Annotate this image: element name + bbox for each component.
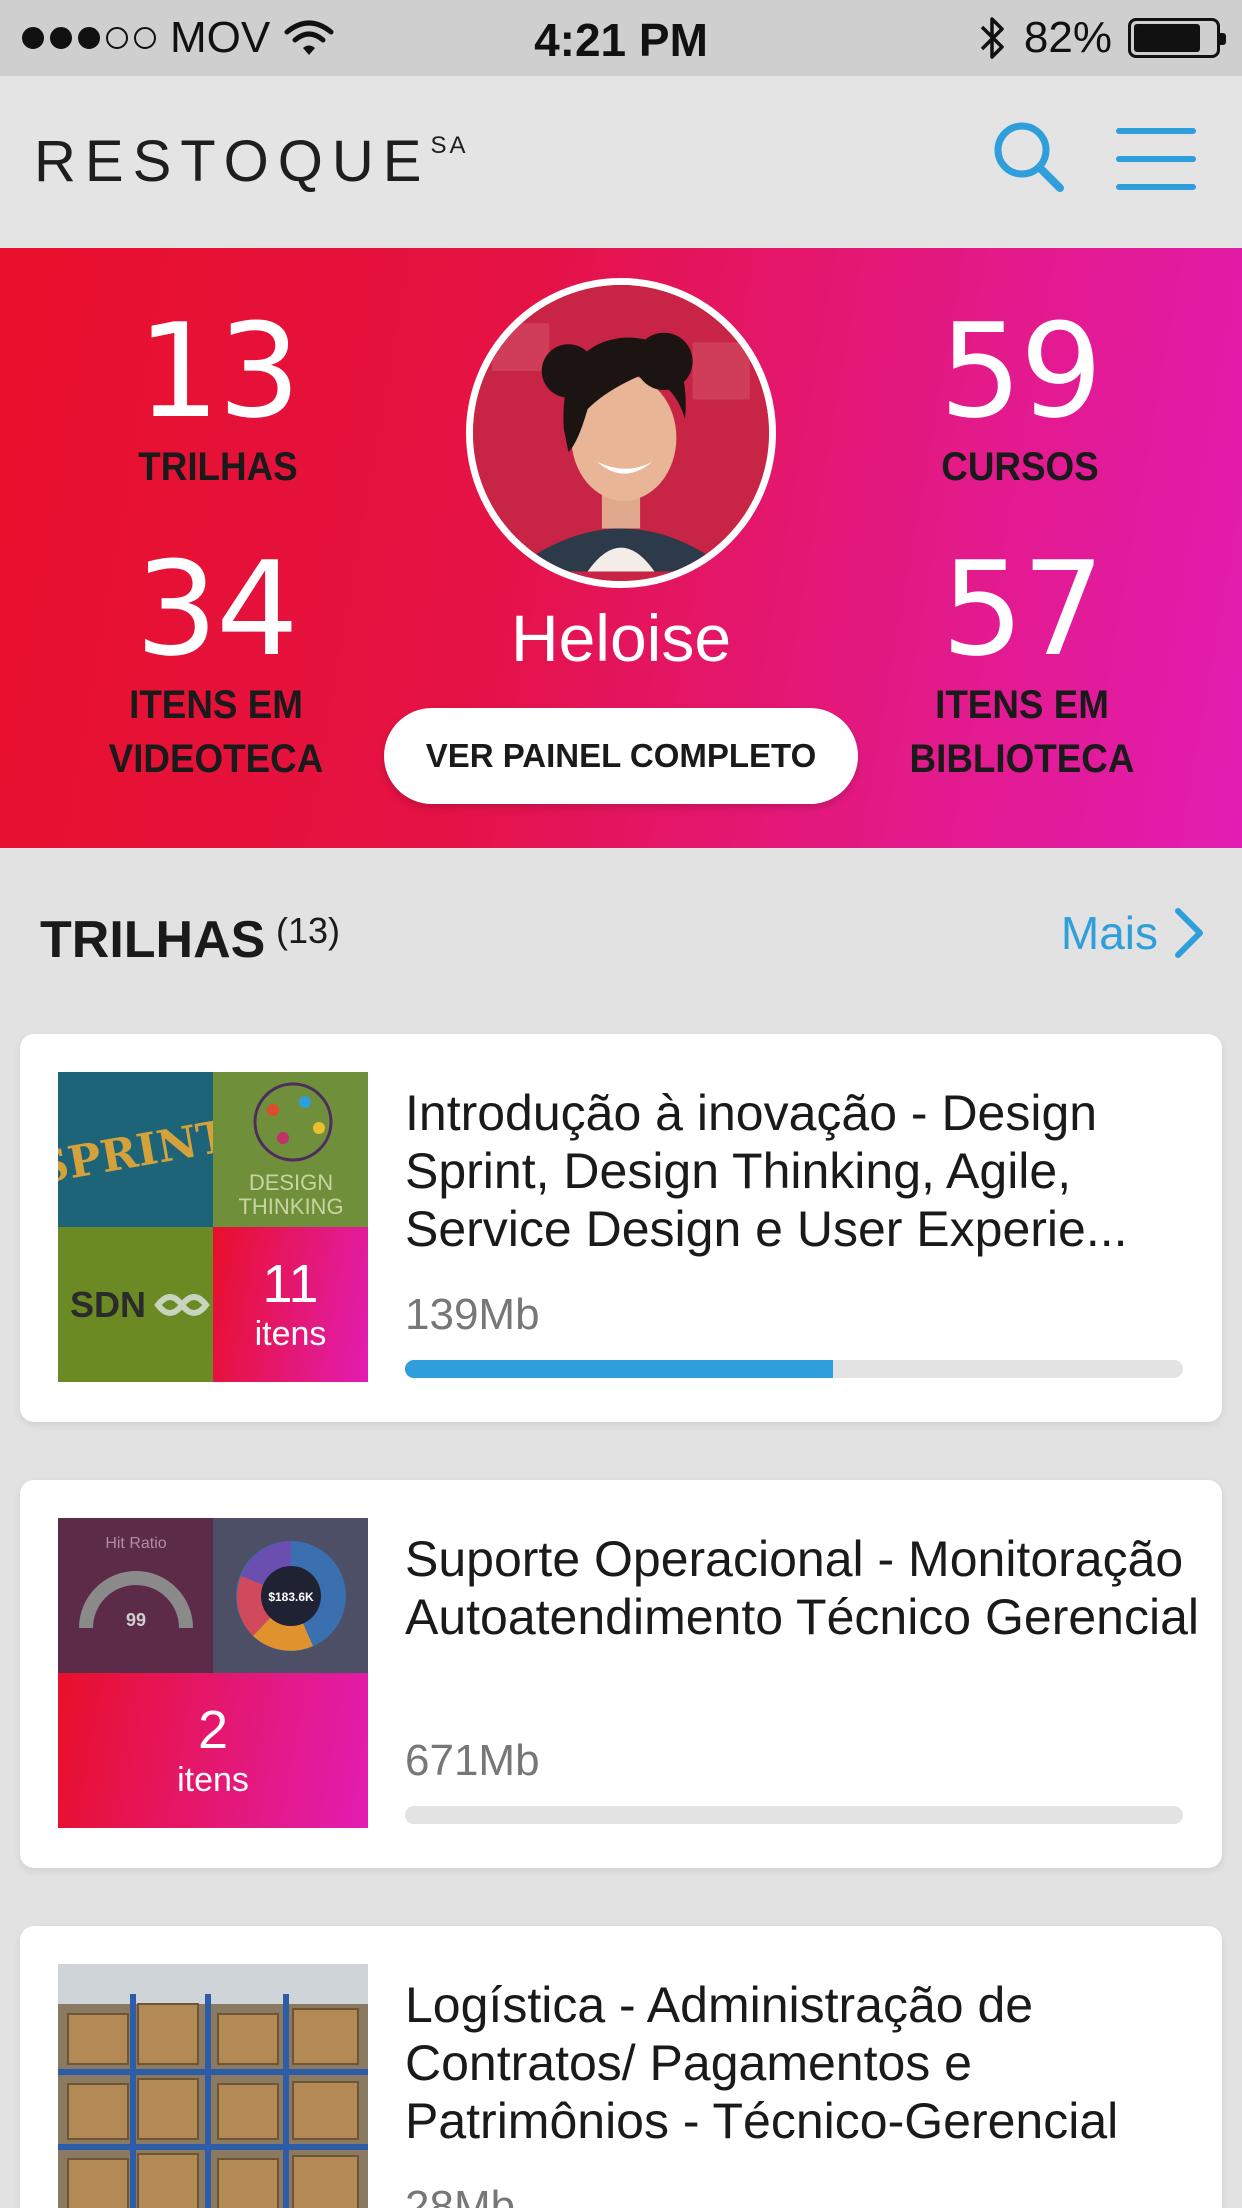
section-title: TRILHAS (40, 911, 266, 969)
app-header: RESTOQUE SA (0, 76, 1242, 248)
hamburger-menu-icon[interactable] (1116, 128, 1196, 190)
stat-trilhas: 13 TRILHAS (68, 306, 368, 494)
logo-suffix: SA (430, 132, 469, 159)
donut-chart-tile: $183.6K (213, 1518, 368, 1673)
design-label: DESIGN (249, 1170, 333, 1195)
trail-card[interactable]: SPRINT DESIGN THINKING SDN 11 itens Intr… (20, 1034, 1222, 1422)
items-label: itens (254, 1314, 327, 1353)
gauge-tile: Hit Ratio 99 (58, 1518, 213, 1673)
items-count-badge: 2 itens (58, 1673, 368, 1828)
sprint-tile: SPRINT (58, 1072, 213, 1227)
status-bar: MOV 4:21 PM 82% (0, 0, 1242, 76)
more-label: Mais (1060, 907, 1158, 959)
stat-biblioteca: 57 ITENS EM BIBLIOTECA (872, 544, 1172, 786)
avatar[interactable] (466, 278, 776, 588)
sdn-tile: SDN (58, 1227, 213, 1382)
more-link[interactable]: Mais (1061, 906, 1206, 960)
trail-thumbnail: SPRINT DESIGN THINKING SDN 11 itens (58, 1072, 368, 1382)
design-thinking-tile: DESIGN THINKING (213, 1072, 368, 1227)
items-count: 11 (262, 1254, 319, 1315)
stat-label: TRILHAS (138, 445, 298, 489)
stat-value: 13 (137, 295, 300, 447)
battery-percentage: 82% (1023, 13, 1112, 62)
stat-value: 57 (941, 533, 1104, 685)
trail-size: 139Mb (405, 1290, 540, 1339)
hit-ratio-label: Hit Ratio (105, 1535, 166, 1552)
thinking-label: THINKING (238, 1194, 343, 1219)
status-right: 82% (976, 0, 1226, 76)
view-full-panel-button[interactable]: VER PAINEL COMPLETO (384, 708, 858, 804)
sdn-label: SDN (70, 1284, 146, 1325)
user-name: Heloise (510, 601, 732, 675)
trail-title: Suporte Operacional - Monitoração Autoat… (405, 1531, 1199, 1645)
bluetooth-icon (980, 17, 1004, 59)
items-label: itens (177, 1760, 249, 1799)
trail-card[interactable]: Hit Ratio 99 $183.6K 2 itens Suporte Ope… (20, 1480, 1222, 1868)
donut-value: $183.6K (268, 1590, 314, 1604)
trail-card[interactable]: Logística - Administração de Contratos/ … (20, 1926, 1222, 2208)
trail-thumbnail (58, 1964, 368, 2208)
stat-label-line2: BIBLIOTECA (909, 737, 1135, 781)
trail-title: Logística - Administração de Contratos/ … (405, 1977, 1119, 2149)
trail-size: 28Mb (405, 2182, 516, 2208)
stat-label-line2: VIDEOTECA (108, 737, 324, 781)
items-count-badge: 11 itens (213, 1227, 368, 1382)
gauge-value: 99 (126, 1610, 146, 1630)
battery-icon (1128, 18, 1226, 58)
progress-fill (405, 1360, 833, 1378)
trail-progress-bar (405, 1806, 1183, 1824)
section-count: (13) (276, 910, 341, 951)
stat-label: CURSOS (941, 445, 1099, 489)
trail-title: Introdução à inovação - Design Sprint, D… (405, 1085, 1128, 1257)
stat-label-line1: ITENS EM (935, 683, 1109, 727)
trail-size: 671Mb (405, 1736, 540, 1785)
stat-value: 59 (939, 295, 1102, 447)
trail-thumbnail: Hit Ratio 99 $183.6K 2 itens (58, 1518, 368, 1828)
trail-progress-bar (405, 1360, 1183, 1378)
logo-text: RESTOQUE (34, 129, 431, 194)
profile-summary: 13 TRILHAS 59 CURSOS 34 ITENS EM VIDEOTE… (0, 248, 1242, 848)
restoque-logo[interactable]: RESTOQUE SA (34, 128, 468, 195)
stat-cursos: 59 CURSOS (870, 306, 1170, 494)
stat-value: 34 (135, 533, 298, 685)
stat-videoteca: 34 ITENS EM VIDEOTECA (66, 544, 366, 786)
stat-label-line1: ITENS EM (129, 683, 303, 727)
warehouse-image (58, 1964, 368, 2208)
search-icon[interactable] (988, 116, 1068, 196)
items-count: 2 (197, 1700, 229, 1761)
chevron-right-icon (1175, 908, 1203, 958)
